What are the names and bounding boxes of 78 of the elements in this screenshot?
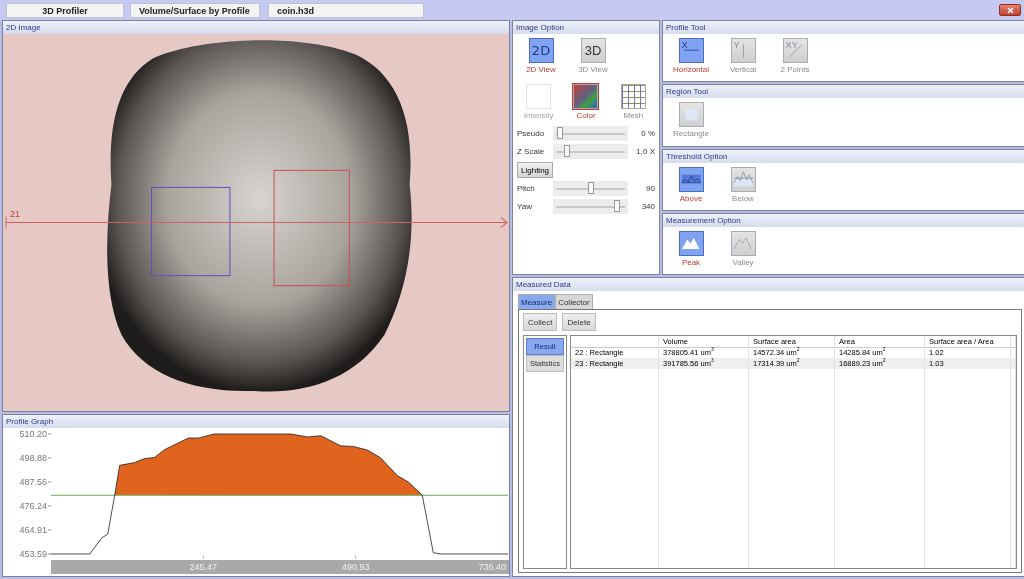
region-rectangle[interactable] bbox=[273, 169, 350, 287]
action-button[interactable]: Collect bbox=[523, 313, 558, 331]
axis-glyph: Y bbox=[733, 40, 740, 51]
rectangle-tool-button[interactable] bbox=[678, 102, 704, 128]
valley-tool-button[interactable] bbox=[730, 230, 756, 256]
color-swatch-button[interactable] bbox=[573, 84, 599, 109]
y-tick-label: 476.24 bbox=[19, 501, 47, 511]
mode-label: Intensity bbox=[523, 111, 554, 120]
slider-thumb[interactable] bbox=[587, 182, 594, 194]
threshold-line[interactable] bbox=[50, 494, 509, 496]
wave-above-line-icon bbox=[680, 174, 702, 184]
slider-track[interactable] bbox=[553, 126, 628, 141]
panel-title: Profile Graph bbox=[3, 415, 509, 428]
panel-title: 2D Image bbox=[3, 21, 509, 34]
slider-thumb[interactable] bbox=[614, 200, 621, 212]
tool-label: 2 Points bbox=[780, 65, 810, 74]
y-tick-label: 487.56 bbox=[19, 477, 47, 487]
wave-below-line-icon bbox=[732, 171, 754, 187]
panel-title: Image Option bbox=[513, 21, 659, 34]
close-button[interactable] bbox=[999, 4, 1021, 16]
tool-label: Below bbox=[732, 193, 754, 203]
below-tool-button[interactable] bbox=[730, 166, 756, 192]
y-tick-label: 498.88 bbox=[19, 453, 47, 463]
tool-label: Peak bbox=[681, 257, 701, 267]
tab[interactable]: Measure bbox=[518, 294, 556, 309]
panel-title: Threshold Option bbox=[663, 149, 1024, 163]
close-icon bbox=[1006, 6, 1014, 14]
slider-value: 1,0 X bbox=[635, 147, 655, 156]
slider-value: 340 bbox=[640, 202, 655, 211]
panel-title: Profile Tool bbox=[663, 21, 1024, 34]
y-tick-label: 510.20 bbox=[19, 429, 47, 439]
slider-value: 0 % bbox=[640, 129, 655, 138]
slider-value: 90 bbox=[645, 184, 655, 193]
tool-label: Vertical bbox=[729, 65, 757, 74]
tool-label: Valley bbox=[732, 257, 754, 267]
panel-title: Measured Data bbox=[513, 278, 1024, 291]
y-tick-label: 464.91 bbox=[19, 525, 47, 535]
slider-label: Z Scale bbox=[517, 147, 546, 156]
x-tick-label: 245.47 bbox=[189, 562, 218, 572]
view-button[interactable]: 2D bbox=[528, 38, 554, 63]
action-button[interactable]: Delete bbox=[562, 313, 596, 331]
axis-glyph: X bbox=[681, 40, 688, 51]
tool-label: Horizontal bbox=[673, 65, 709, 74]
grid-icon-button[interactable] bbox=[620, 84, 646, 109]
slider-thumb[interactable] bbox=[557, 127, 564, 139]
horizontal-tool-button[interactable]: X bbox=[678, 38, 704, 63]
slider-label: Yaw bbox=[517, 202, 533, 211]
tool-label: Above bbox=[679, 193, 703, 203]
peak-tool-button[interactable] bbox=[678, 230, 704, 256]
slider-track[interactable] bbox=[553, 199, 628, 214]
profile-line[interactable] bbox=[5, 216, 508, 229]
mode-label: Mesh bbox=[623, 111, 644, 120]
axis-glyph: XY bbox=[785, 40, 798, 51]
slider-label: Pitch bbox=[517, 184, 536, 193]
x-tick-label: 490.93 bbox=[341, 562, 370, 572]
tab[interactable]: Collector bbox=[555, 294, 593, 309]
slider-track[interactable] bbox=[553, 181, 628, 196]
header-tab[interactable]: 3D Profiler bbox=[6, 2, 124, 18]
view-button[interactable]: 3D bbox=[580, 38, 606, 63]
slider-label: Pseudo bbox=[517, 129, 546, 138]
tool-label: Rectangle bbox=[673, 129, 709, 139]
lighting-button[interactable]: Lighting bbox=[517, 162, 554, 178]
panel-title: Region Tool bbox=[663, 85, 1024, 99]
mode-label: Color bbox=[576, 111, 596, 120]
x-tick-label: 736.40 bbox=[478, 562, 506, 572]
view-label: 2D View bbox=[526, 65, 556, 74]
slider-thumb[interactable] bbox=[564, 145, 571, 157]
slider-track[interactable] bbox=[553, 144, 628, 159]
mountain-outline-icon bbox=[733, 236, 753, 250]
profile-label: 21 bbox=[10, 209, 21, 220]
view-label: 3D View bbox=[578, 65, 608, 74]
y-tick-label: 453.59 bbox=[19, 549, 47, 559]
header-tab[interactable]: coin.h3d bbox=[268, 2, 424, 18]
header-tab[interactable]: Volume/Surface by Profile bbox=[130, 2, 260, 18]
above-tool-button[interactable] bbox=[678, 166, 704, 192]
region-rectangle[interactable] bbox=[151, 186, 231, 277]
panel-title: Measurement Option bbox=[663, 213, 1024, 227]
mountain-icon bbox=[681, 236, 701, 250]
